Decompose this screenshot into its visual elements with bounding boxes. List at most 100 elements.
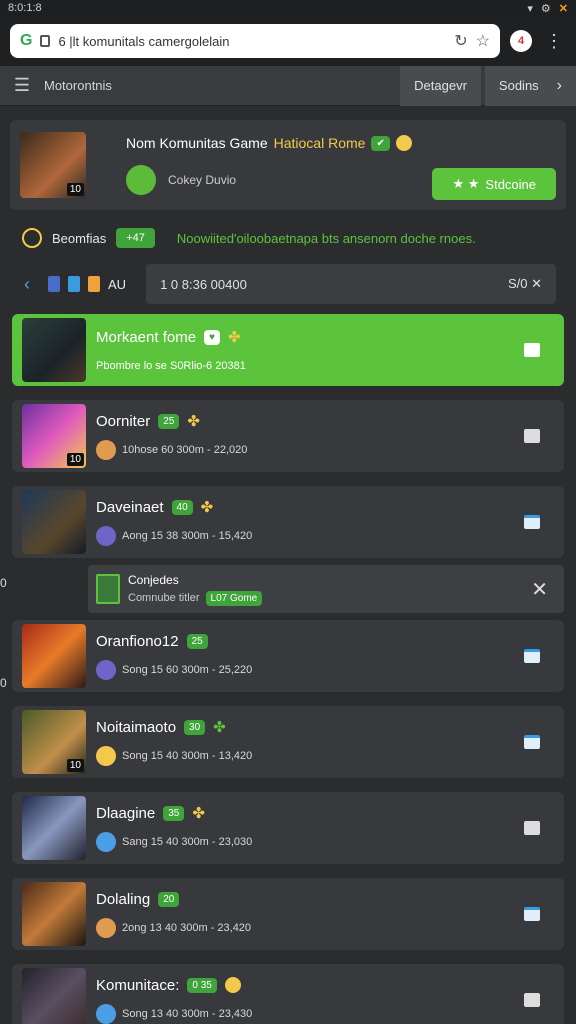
stats-label: Beomfias [52, 230, 107, 246]
browser-toolbar: G 6 |lt komunitals camergolelain ↻ ☆ 4 ⋮ [0, 16, 576, 66]
game-thumbnail: 10 [22, 404, 86, 468]
bag-icon[interactable] [520, 425, 544, 447]
chat-icon: ✔ [371, 135, 390, 151]
trophy-icon: ✤ [227, 329, 241, 346]
nav-button-2[interactable]: Sodins › [484, 65, 576, 106]
user-avatar [96, 917, 116, 938]
game-name: Dlaagine [96, 804, 156, 822]
game-meta: Aong 15 38 300m - 15,420 [122, 530, 253, 542]
game-thumbnail [22, 796, 86, 860]
bag-icon[interactable] [520, 817, 544, 839]
chevron-right-icon: › [556, 76, 562, 94]
game-chip: 25 [186, 633, 208, 649]
user-avatar [96, 746, 116, 766]
nav-button-2-label: Sodins [498, 78, 539, 93]
toast-chip: L07 Gome [205, 590, 263, 606]
smiley-icon [395, 135, 412, 151]
bag-icon[interactable] [520, 339, 544, 361]
list-item[interactable]: Morkaent fome ♥ ✤ Pbombre lo se S0Rlio-6 2… [12, 314, 564, 386]
stats-message: Noowiited'oiloobaetnapa bts ansenorn doc… [176, 230, 476, 246]
filter-icon-3[interactable] [88, 276, 100, 292]
status-time: 8:0:1:8 [8, 2, 42, 14]
hero-title-highlight: Hatiocal Rome [273, 135, 366, 151]
hero-avatar: 10 [20, 132, 86, 198]
coin-icon [22, 228, 42, 248]
list-item[interactable]: Dlaagine 35 ✤ Sang 15 40 300m - 23,030 [12, 792, 564, 864]
notification-icon[interactable]: 4 [510, 30, 532, 52]
bag-icon[interactable] [520, 511, 544, 533]
bag-icon[interactable] [520, 645, 544, 667]
filter-tag[interactable]: AU [108, 277, 126, 292]
thumb-badge: 10 [66, 453, 84, 466]
list-item[interactable]: 0 0 Oranfiono12 25 Song 15 60 300m - 25,2… [0, 576, 564, 692]
bookmark-star-icon[interactable]: ☆ [476, 31, 490, 51]
smiley-icon [224, 977, 241, 993]
hero-card: 10 Nom Komunitas Game Hatiocal Rome ✔ Co… [10, 120, 566, 210]
hero-title: Nom Komunitas Game Hatiocal Rome ✔ [126, 135, 556, 151]
hero-action-label: Stdcoine [485, 176, 536, 192]
nav-button-1[interactable]: Detagevr [400, 65, 481, 106]
site-nav: ☰ Motorontnis Detagevr Sodins › [0, 65, 576, 106]
notification-toast[interactable]: Conjedes Comnube titler L07 Gome ✕ [88, 565, 564, 613]
game-thumbnail [22, 318, 86, 382]
filter-icon-2[interactable] [68, 276, 80, 292]
filter-icon-1[interactable] [48, 276, 60, 292]
side-mark: 0 [0, 576, 7, 590]
notification-count: 4 [517, 35, 525, 47]
user-avatar [96, 659, 116, 680]
address-bar[interactable]: G 6 |lt komunitals camergolelain ↻ ☆ [10, 24, 500, 58]
filter-bar: ‹ AU 1 0 8:36 00400 S/0 ✕ [0, 262, 576, 306]
side-mark: 0 [0, 676, 7, 690]
hamburger-icon[interactable]: ☰ [0, 75, 44, 96]
lock-icon [40, 35, 51, 47]
game-meta: 2ong 13 40 300m - 23,420 [122, 921, 252, 934]
user-avatar [96, 440, 116, 460]
game-thumbnail [22, 882, 86, 946]
thumb-badge: 10 [66, 759, 84, 772]
search-clear[interactable]: S/0 ✕ [508, 276, 542, 292]
game-chip: 20 [158, 891, 180, 907]
trophy-icon: ✤ [200, 499, 214, 516]
game-thumbnail [22, 968, 86, 1024]
list-item[interactable]: Komunitace: 0 35 Song 13 40 300m - 23,430 [12, 964, 564, 1024]
hero-subtitle: Cokey Duvio [168, 173, 237, 187]
reload-icon[interactable]: ↻ [454, 31, 467, 51]
bag-icon[interactable] [520, 731, 544, 753]
game-meta: Song 15 60 300m - 25,220 [122, 663, 253, 676]
game-chip: 25 [158, 413, 180, 429]
game-list: Morkaent fome ♥ ✤ Pbombre lo se S0Rlio-6 2… [0, 314, 576, 1024]
star-icon: ★ ★ [452, 176, 480, 191]
game-thumbnail [22, 624, 86, 688]
game-meta: Sang 15 40 300m - 23,030 [122, 836, 253, 848]
user-avatar [96, 526, 116, 546]
list-item[interactable]: 10 Noitaimaoto 30 ✤ Song 15 40 300m - 13,4… [12, 706, 564, 778]
clover-icon: ✤ [213, 719, 226, 736]
trophy-icon: ✤ [192, 805, 205, 822]
toast-subtitle: Comnube titler [128, 592, 200, 604]
game-name: Komunitace: [96, 976, 180, 994]
toast-avatar [96, 574, 120, 604]
menu-dots-icon[interactable]: ⋮ [542, 31, 566, 52]
hero-title-text: Nom Komunitas Game [126, 135, 268, 151]
site-title: Motorontnis [44, 78, 112, 93]
list-item[interactable]: Daveinaet 40 ✤ Aong 15 38 300m - 15,420 [12, 486, 564, 558]
bag-icon[interactable] [520, 989, 544, 1011]
back-arrow-icon[interactable]: ‹ [24, 274, 40, 295]
toast-title: Conjedes [128, 572, 179, 587]
game-meta: Song 13 40 300m - 23,430 [122, 1007, 253, 1020]
game-thumbnail: 10 [22, 710, 86, 774]
bag-icon[interactable] [520, 903, 544, 925]
settings-icon: ⚙ [540, 2, 551, 15]
url-text[interactable]: 6 |lt komunitals camergolelain [58, 34, 446, 49]
game-name: Oranfiono12 [96, 632, 179, 650]
google-icon: G [20, 32, 33, 49]
search-value: 1 0 8:36 00400 [160, 276, 247, 292]
hero-action-button[interactable]: ★ ★ Stdcoine [432, 168, 556, 200]
search-input[interactable]: 1 0 8:36 00400 S/0 ✕ [146, 264, 556, 304]
close-icon[interactable]: ✕ [559, 2, 568, 15]
stats-bar: Beomfias +47 Noowiited'oiloobaetnapa bts… [0, 214, 576, 262]
list-item[interactable]: 10 Oorniter 25 ✤ 10hose 60 300m - 22,020 [12, 400, 564, 472]
close-icon[interactable]: ✕ [531, 577, 548, 602]
game-meta: 10hose 60 300m - 22,020 [122, 444, 248, 456]
list-item[interactable]: Dolaling 20 2ong 13 40 300m - 23,420 [12, 878, 564, 950]
